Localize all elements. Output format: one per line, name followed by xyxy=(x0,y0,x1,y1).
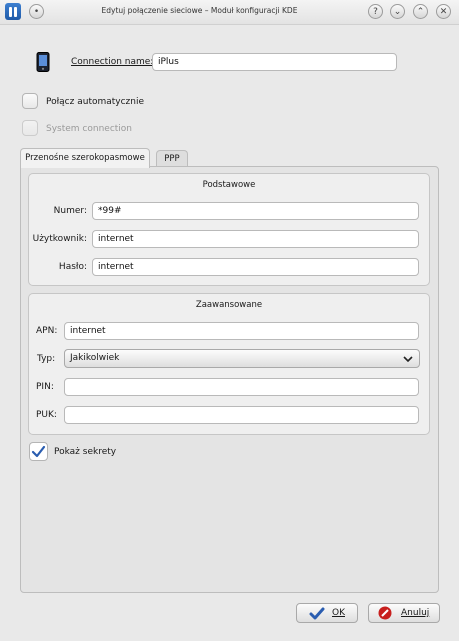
number-label: Numer: xyxy=(53,206,87,216)
cancel-icon xyxy=(378,606,392,620)
password-input[interactable] xyxy=(92,258,419,276)
puk-input[interactable] xyxy=(64,406,419,424)
shade-button[interactable]: ⌄ xyxy=(390,4,405,19)
tab-mobile-broadband[interactable]: Przenośne szerokopasmowe xyxy=(20,148,150,168)
user-label: Użytkownik: xyxy=(32,234,87,244)
window-menu-button[interactable]: • xyxy=(29,4,44,19)
system-connection-label: System connection xyxy=(46,124,133,134)
user-input[interactable] xyxy=(92,230,419,248)
maximize-button[interactable]: ⌃ xyxy=(413,4,428,19)
apn-input[interactable] xyxy=(64,322,419,340)
cancel-label: Anuluj xyxy=(401,608,430,618)
pin-input[interactable] xyxy=(64,378,419,396)
title-bar: • Edytuj połączenie sieciowe – Moduł kon… xyxy=(0,0,459,25)
chevron-down-icon xyxy=(403,356,413,363)
cancel-button[interactable]: Anuluj xyxy=(368,603,440,623)
basic-group-title: Podstawowe xyxy=(202,180,256,190)
type-label: Typ: xyxy=(37,354,56,364)
auto-connect-checkbox[interactable] xyxy=(22,93,38,109)
ok-button[interactable]: OK xyxy=(296,603,358,623)
number-input[interactable] xyxy=(92,202,419,220)
window-title: Edytuj połączenie sieciowe – Moduł konfi… xyxy=(101,6,298,15)
ok-label: OK xyxy=(332,608,345,618)
phone-icon xyxy=(36,52,50,72)
connection-name-label: Connection name: xyxy=(71,57,154,67)
system-connection-checkbox[interactable] xyxy=(22,120,38,136)
auto-connect-label: Połącz automatycznie xyxy=(46,97,145,107)
type-select[interactable]: Jakikolwiek xyxy=(64,349,420,368)
show-secrets-label: Pokaż sekrety xyxy=(54,447,117,457)
ok-check-icon xyxy=(309,607,325,620)
checkmark-icon xyxy=(31,445,46,458)
apn-label: APN: xyxy=(36,326,58,336)
connection-name-input[interactable] xyxy=(152,53,397,71)
puk-label: PUK: xyxy=(36,410,57,420)
app-icon xyxy=(5,3,21,20)
show-secrets-checkbox[interactable] xyxy=(29,442,48,461)
advanced-group-title: Zaawansowane xyxy=(195,300,263,310)
close-button[interactable]: ✕ xyxy=(436,4,451,19)
type-select-value: Jakikolwiek xyxy=(70,353,120,363)
help-button[interactable]: ? xyxy=(368,4,383,19)
pin-label: PIN: xyxy=(36,382,54,392)
tab-ppp[interactable]: PPP xyxy=(156,150,188,167)
password-label: Hasło: xyxy=(58,262,87,272)
